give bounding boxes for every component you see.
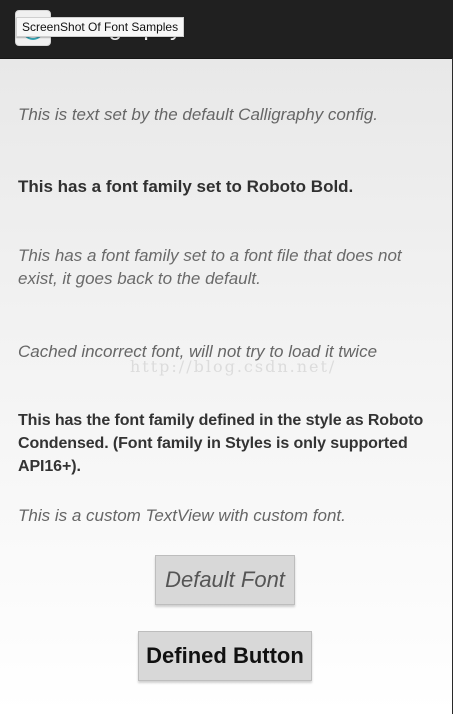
missing-font-text: This has a font family set to a font fil…	[18, 246, 402, 288]
watermark: http://blog.csdn.net/	[130, 357, 337, 376]
roboto-bold-text: This has a font family set to Roboto Bol…	[18, 177, 354, 196]
app-screen: Calligraphy ScreenShot Of Font Samples T…	[0, 0, 453, 714]
default-font-button[interactable]: Default Font	[155, 555, 295, 605]
style-defined-font-text: This has the font family defined in the …	[18, 412, 424, 475]
screenshot-tooltip: ScreenShot Of Font Samples	[16, 17, 185, 37]
defined-button[interactable]: Defined Button	[138, 631, 312, 681]
action-bar: Calligraphy ScreenShot Of Font Samples	[0, 0, 453, 59]
custom-textview-text: This is a custom TextView with custom fo…	[18, 506, 346, 525]
default-config-text: This is text set by the default Calligra…	[18, 105, 379, 124]
